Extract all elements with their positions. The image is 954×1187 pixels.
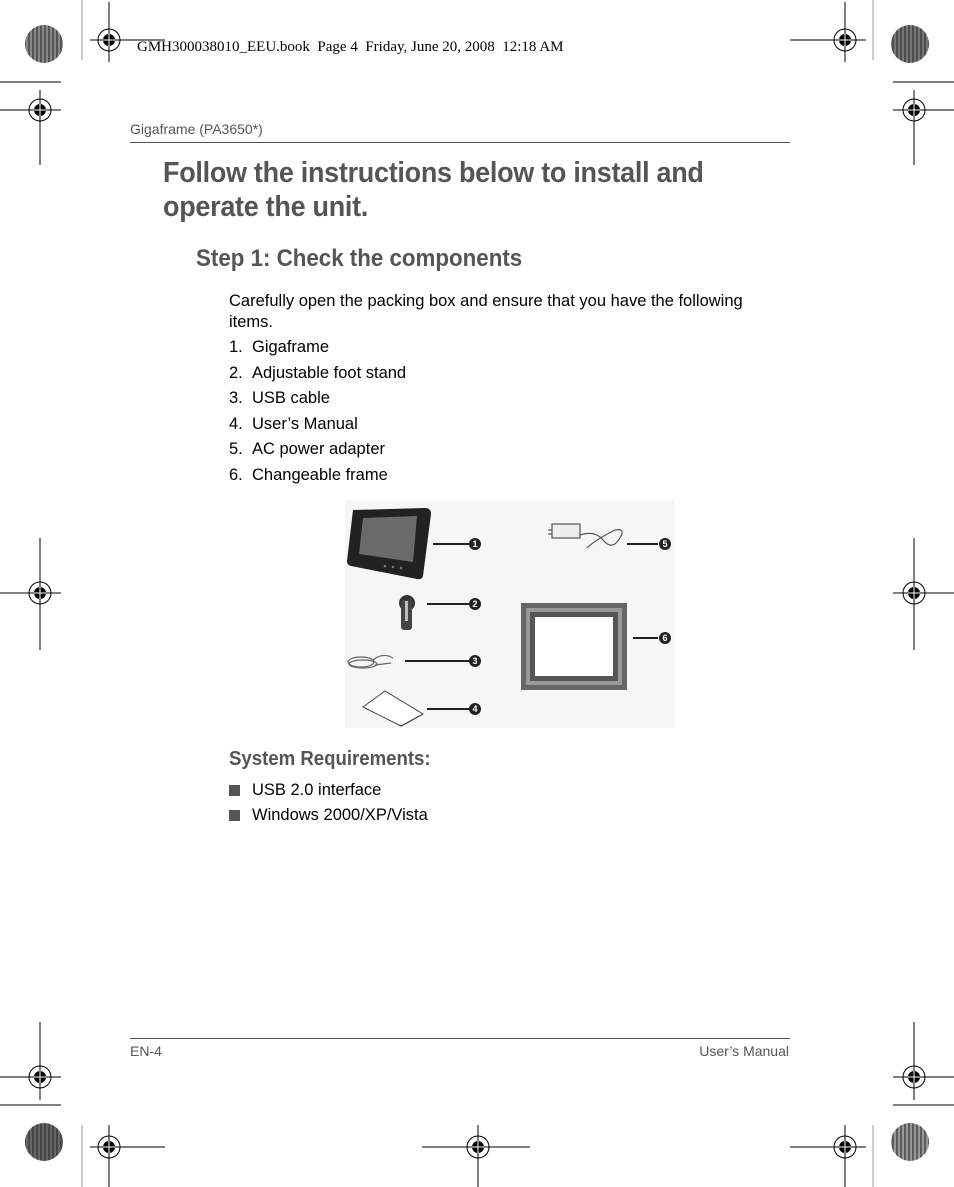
- foot-stand-image: [399, 595, 415, 630]
- list-item: 4. User’s Manual: [229, 414, 358, 433]
- list-item: 6. Changeable frame: [229, 465, 388, 484]
- requirements-list: USB 2.0 interface Windows 2000/XP/Vista: [229, 778, 428, 828]
- manual-label: User’s Manual: [699, 1043, 789, 1059]
- callout-line: [433, 543, 469, 545]
- bullet-square-icon: [229, 810, 240, 821]
- bullet-square-icon: [229, 785, 240, 796]
- footer-rule: [130, 1038, 790, 1039]
- page-number: EN-4: [130, 1043, 162, 1059]
- list-item: USB 2.0 interface: [229, 778, 428, 803]
- list-item: 5. AC power adapter: [229, 440, 385, 459]
- running-head: Gigaframe (PA3650*): [130, 121, 263, 137]
- requirements-heading: System Requirements:: [229, 748, 431, 770]
- manual-image: [362, 690, 425, 727]
- callout-5: 5: [659, 538, 671, 550]
- callout-2: 2: [469, 598, 481, 610]
- callout-4: 4: [469, 703, 481, 715]
- ac-adapter-image: [548, 523, 623, 549]
- list-item: Windows 2000/XP/Vista: [229, 803, 428, 828]
- step-heading: Step 1: Check the components: [196, 245, 523, 272]
- list-item: 2. Adjustable foot stand: [229, 363, 407, 382]
- intro-text: Carefully open the packing box and ensur…: [229, 292, 743, 331]
- callout-line: [427, 603, 469, 605]
- callout-line: [405, 660, 469, 662]
- changeable-frame-image: [521, 603, 627, 690]
- print-slug: GMH300038010_EEU.book Page 4 Friday, Jun…: [137, 39, 564, 55]
- gigaframe-image: [347, 508, 431, 580]
- list-item: 1. Gigaframe: [229, 338, 330, 356]
- header-rule: [130, 142, 790, 143]
- callout-1: 1: [469, 538, 481, 550]
- list-item: 3. USB cable: [229, 389, 330, 408]
- components-list: 1. Gigaframe 2. Adjustable foot stand 3. US…: [229, 337, 406, 491]
- usb-cable-image: [347, 654, 394, 669]
- page-title: Follow the instructions below to install…: [163, 157, 704, 223]
- callout-line: [427, 708, 469, 710]
- callout-6: 6: [659, 632, 671, 644]
- callout-line: [633, 637, 658, 639]
- callout-3: 3: [469, 655, 481, 667]
- callout-line: [627, 543, 658, 545]
- components-figure: 1 2 3 4 5 6: [345, 500, 675, 728]
